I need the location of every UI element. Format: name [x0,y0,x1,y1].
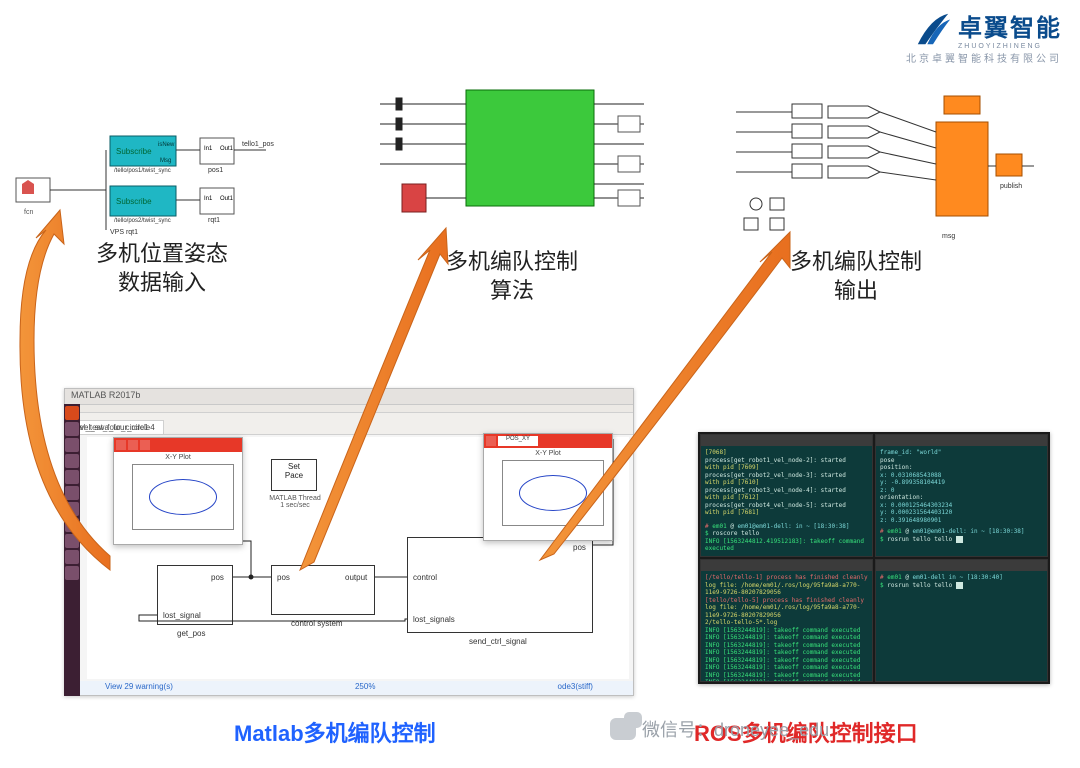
svg-text:msg: msg [942,233,955,240]
svg-text:/tello/pos2/twist_sync: /tello/pos2/twist_sync [114,218,171,224]
terminal-3[interactable]: [/tello/tello-1] process has finished cl… [700,559,873,682]
ubuntu-icon[interactable] [65,406,79,420]
wechat-icon [610,718,636,740]
svg-text:Out1: Out1 [220,196,234,202]
plot-window-2[interactable]: POS_XY X-Y Plot [483,433,613,541]
svg-text:Subscribe: Subscribe [116,197,152,206]
matlab-tabs: vel_swa_four_circle4 [65,413,633,435]
mini-diagram-output: msg publish [736,92,1036,242]
svg-text:VPS rqt1: VPS rqt1 [110,229,138,236]
label-output: 多机编队控制输出 [776,248,936,305]
terminal-2[interactable]: frame_id: "world" pose position: x: 0.03… [875,434,1048,557]
svg-text:Out1: Out1 [220,146,234,152]
logo-en: ZHUOYIZHINENG [958,43,1062,50]
logo-wing-icon [914,10,952,48]
label-algorithm: 多机编队控制算法 [432,248,592,305]
label-input: 多机位置姿态数据输入 [82,240,242,297]
svg-text:Msg: Msg [160,158,171,164]
mini-diagram-algorithm [380,86,660,236]
svg-text:fcn: fcn [24,209,33,216]
svg-text:pos1: pos1 [208,167,223,174]
brand-logo: 卓翼智能 ZHUOYIZHINENG [914,8,1062,50]
simulink-canvas[interactable]: SetPace MATLAB Thread1 sec/sec pos lost_… [87,437,629,679]
svg-text:In1: In1 [204,196,213,202]
terminal-4[interactable]: # em01 @ em01-dell in ~ [18:30:40] $ ros… [875,559,1048,682]
svg-text:Subscribe: Subscribe [116,147,152,156]
plot-window-1[interactable]: X-Y Plot [113,437,243,545]
ros-screenshot: [7068] process[get_robot1_vel_node-2]: s… [698,432,1050,684]
ubuntu-launcher[interactable] [64,404,80,696]
svg-text:/tello/pos1/twist_sync: /tello/pos1/twist_sync [114,168,171,174]
logo-cn: 卓翼智能 [958,8,1062,43]
svg-text:tello1_pos: tello1_pos [242,141,274,148]
wechat-watermark: 微信号：droneyee_edu [610,716,829,742]
logo-subtitle: 北京卓翼智能科技有限公司 [906,50,1062,65]
footer-matlab: Matlab多机编队控制 [234,716,436,748]
wechat-text: 微信号：droneyee_edu [642,716,829,742]
matlab-screenshot: MATLAB R2017b vel_swa_four_circle4 ▸ vel… [64,388,634,696]
svg-text:In1: In1 [204,146,213,152]
svg-text:publish: publish [1000,183,1022,190]
svg-text:rqt1: rqt1 [208,217,220,224]
svg-text:isNew: isNew [158,142,175,148]
matlab-titlebar: MATLAB R2017b [65,389,633,405]
terminal-1[interactable]: [7068] process[get_robot1_vel_node-2]: s… [700,434,873,557]
matlab-status-bar: View 29 warning(s)250%ode3(stiff) [65,681,633,695]
